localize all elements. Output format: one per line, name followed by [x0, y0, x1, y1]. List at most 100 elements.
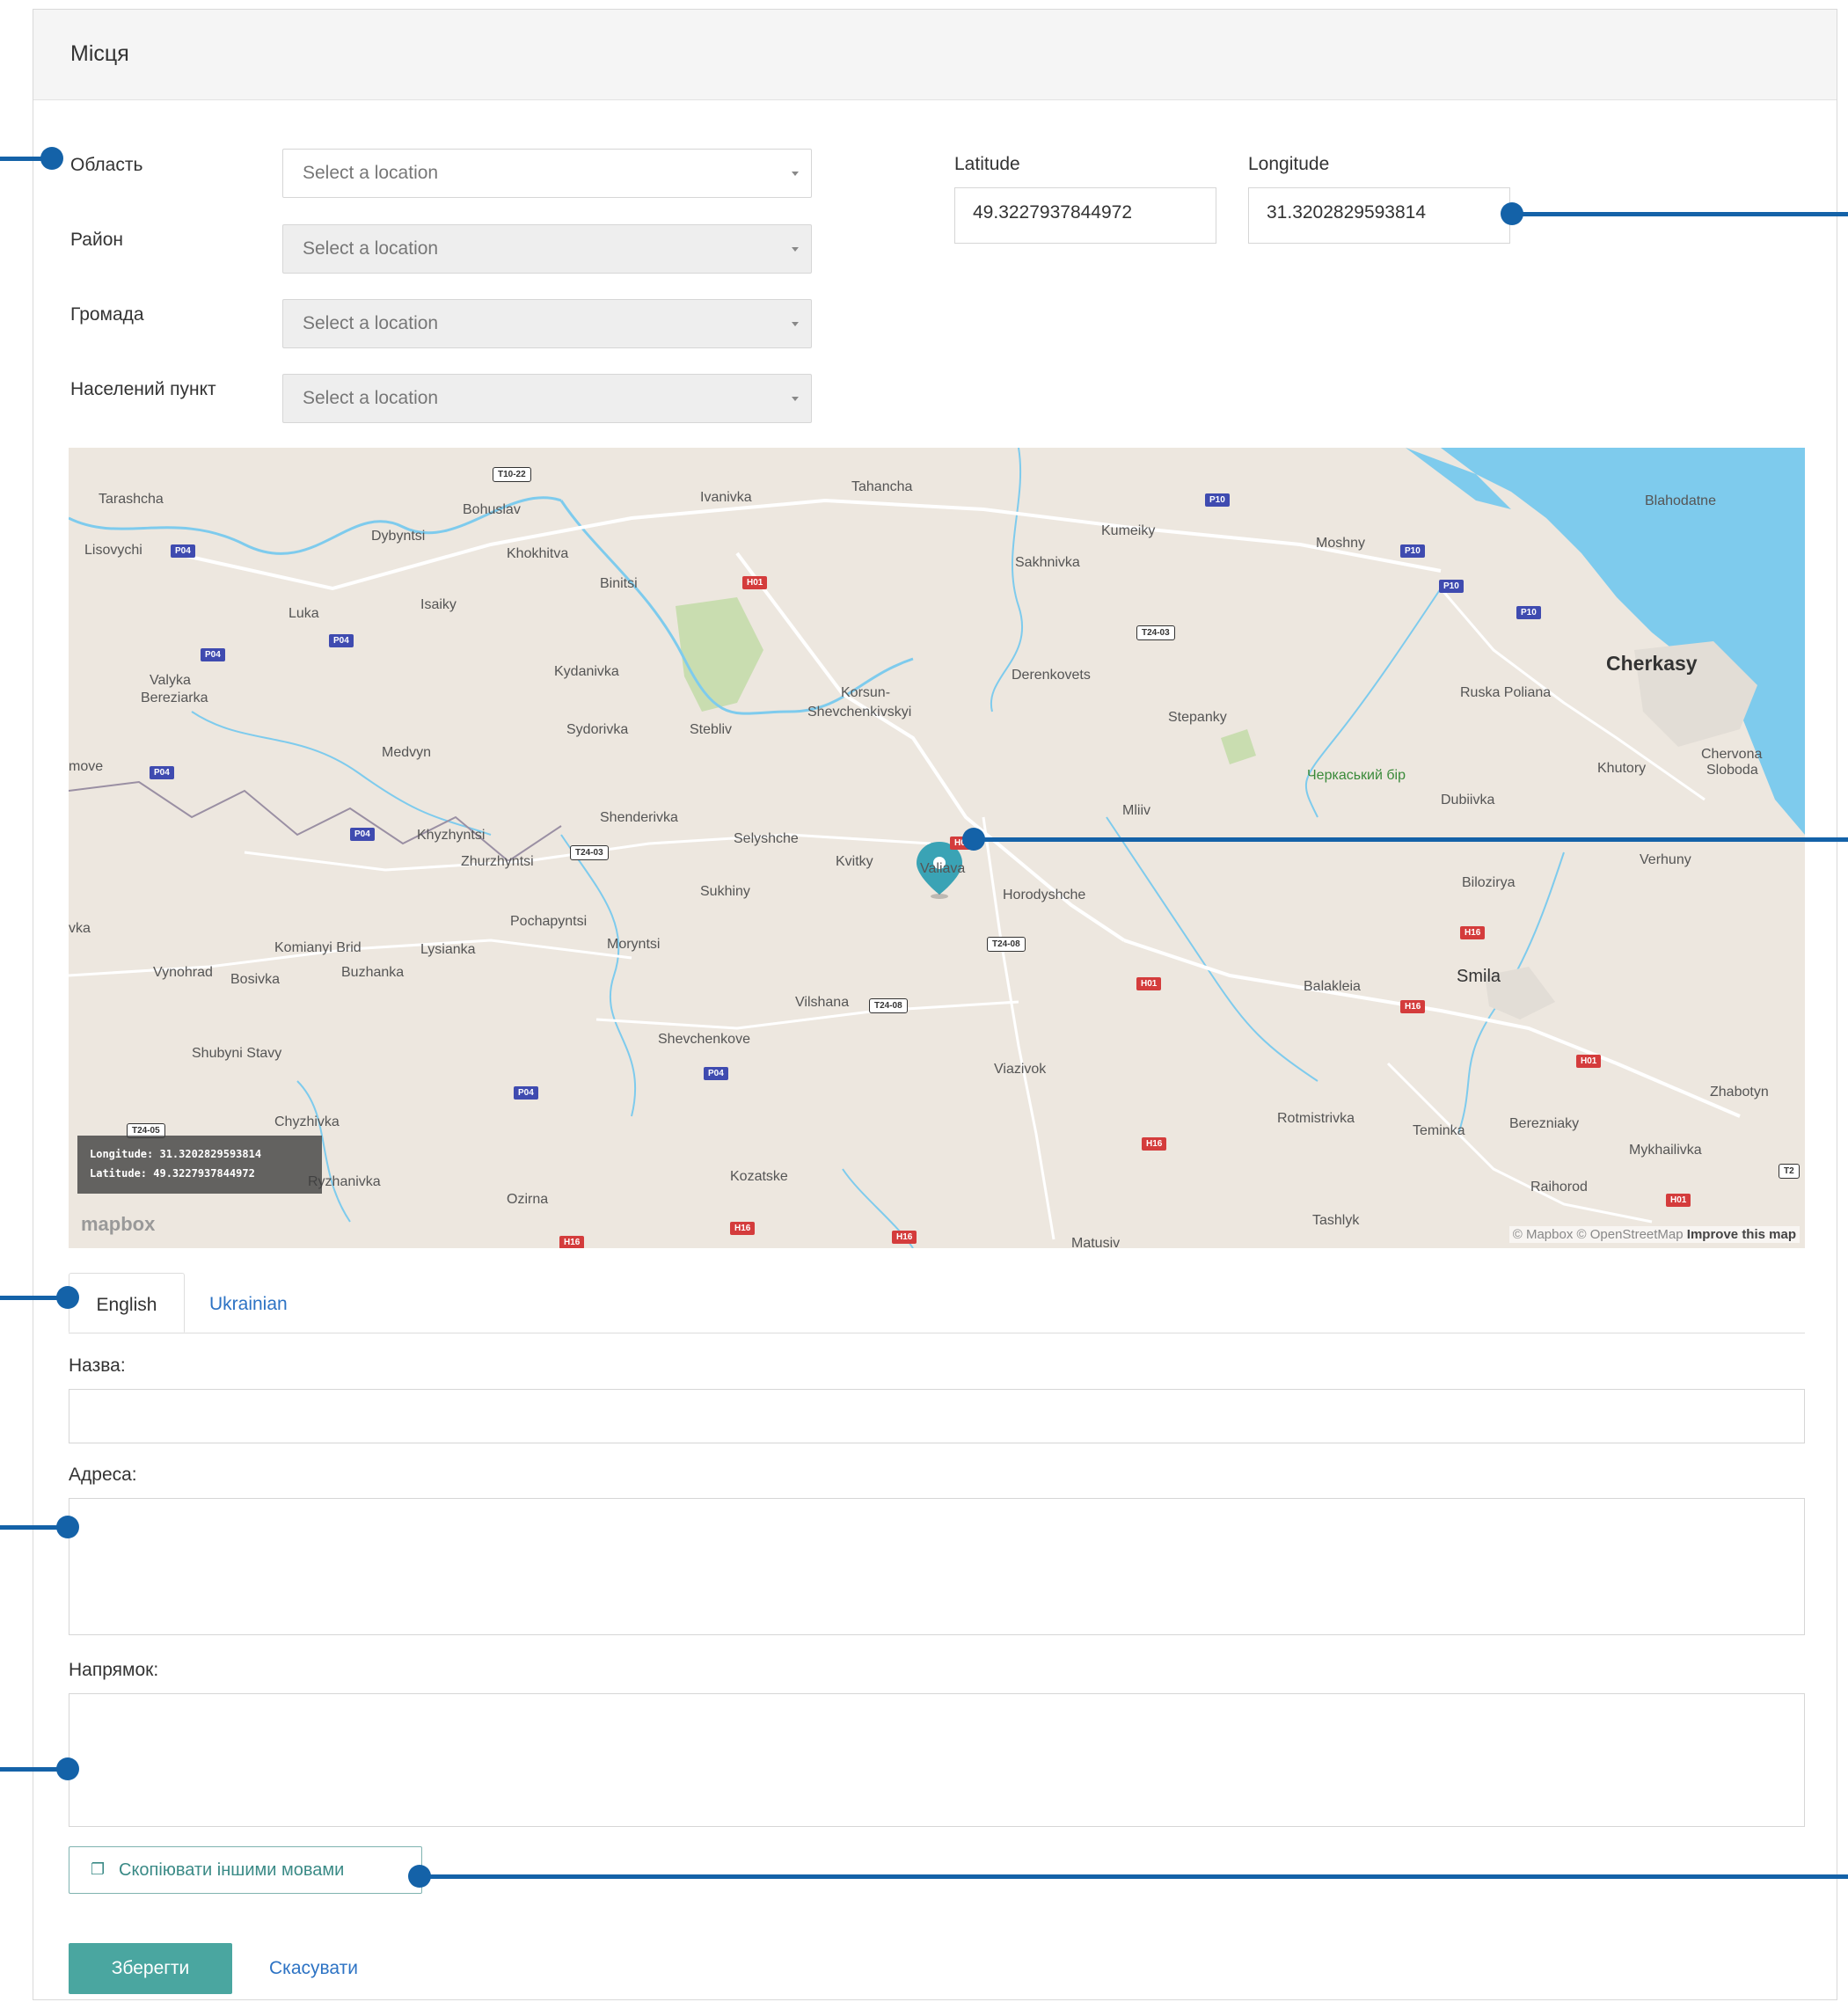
map-label: Derenkovets: [1012, 668, 1091, 683]
tab-english[interactable]: English: [69, 1273, 185, 1333]
map-label: Smila: [1457, 967, 1501, 986]
road-shield: P04: [704, 1067, 728, 1080]
map-label: Moryntsi: [607, 937, 661, 952]
road-shield: P10: [1516, 606, 1541, 619]
address-textarea[interactable]: [69, 1498, 1805, 1635]
latitude-input[interactable]: 49.3227937844972: [954, 187, 1216, 244]
map-label: Vynohrad: [153, 965, 213, 980]
map-attribution: © Mapbox © OpenStreetMap Improve this ma…: [1508, 1226, 1800, 1243]
map-label: Kumeiky: [1101, 523, 1156, 538]
hromada-label: Громада: [70, 304, 144, 325]
callout-dot: [408, 1865, 431, 1888]
address-label: Адреса:: [69, 1465, 137, 1485]
map-label: Shevchenkivskyi: [807, 705, 912, 720]
road-shield: P04: [350, 828, 375, 841]
road-shield: H01: [1136, 977, 1162, 990]
map-label: Lysianka: [420, 942, 476, 957]
location-map[interactable]: Tarashcha Lisovychi Bohuslav Dybyntsi Kh…: [69, 448, 1805, 1248]
language-tabs: English Ukrainian: [69, 1273, 1805, 1333]
callout-dot: [56, 1757, 79, 1780]
map-label: Selyshche: [734, 831, 799, 846]
coord-latitude: Latitude: 49.3227937844972: [90, 1167, 255, 1180]
map-label: Verhuny: [1640, 852, 1691, 867]
panel-title: Місця: [70, 41, 129, 66]
map-label: Buzhanka: [341, 965, 405, 980]
map-label: Moshny: [1316, 536, 1366, 551]
road-shield: T24-03: [1136, 625, 1175, 640]
map-label: Berezniaky: [1509, 1116, 1580, 1131]
road-shield: H16: [559, 1236, 585, 1248]
copy-icon: ❐: [91, 1860, 106, 1878]
map-label: Chervona: [1701, 747, 1763, 762]
map-label: Shubyni Stavy: [192, 1046, 282, 1061]
settlement-select[interactable]: Select a location: [282, 374, 812, 423]
name-input[interactable]: [69, 1389, 1805, 1443]
road-shield: H16: [730, 1222, 756, 1235]
road-shield: P10: [1400, 544, 1425, 558]
longitude-input[interactable]: 31.3202829593814: [1248, 187, 1510, 244]
tab-ukrainian[interactable]: Ukrainian: [209, 1273, 288, 1333]
map-label: Bosivka: [230, 972, 281, 987]
direction-label: Напрямок:: [69, 1660, 159, 1680]
map-label: Stepanky: [1168, 710, 1227, 725]
settlement-placeholder: Select a location: [303, 388, 439, 408]
map-label: Komianyi Brid: [274, 940, 362, 955]
map-label: Kozatske: [730, 1169, 788, 1184]
map-label: Tahancha: [851, 479, 913, 494]
panel-header: Місця: [33, 10, 1837, 100]
map-label: Luka: [289, 606, 319, 621]
map-label: Valyka: [150, 673, 191, 688]
map-label: vka: [69, 921, 91, 936]
chevron-down-icon: [792, 322, 799, 326]
raion-select[interactable]: Select a location: [282, 224, 812, 274]
map-label: Zhurzhyntsi: [461, 854, 534, 869]
road-shield: P10: [1439, 580, 1464, 593]
map-label: Ozirna: [507, 1192, 549, 1207]
cancel-link[interactable]: Скасувати: [269, 1958, 358, 1979]
map-label: Dubiivka: [1441, 793, 1495, 807]
road-shield: P04: [150, 766, 174, 779]
map-label: Lisovychi: [84, 543, 142, 558]
oblast-label: Область: [70, 155, 143, 175]
map-label: Khokhitva: [507, 546, 569, 561]
save-button[interactable]: Зберегти: [69, 1943, 232, 1994]
road-shield: H16: [1460, 926, 1486, 939]
map-label: Khyzhyntsi: [417, 828, 486, 843]
hromada-select[interactable]: Select a location: [282, 299, 812, 348]
callout-line: [419, 1874, 1848, 1879]
map-label: Valiava: [920, 861, 966, 876]
callout-dot: [56, 1516, 79, 1538]
longitude-label: Longitude: [1248, 154, 1330, 174]
mapbox-logo[interactable]: mapbox: [81, 1213, 155, 1236]
attribution-text[interactable]: © Mapbox © OpenStreetMap: [1513, 1227, 1684, 1242]
road-shield: H01: [1576, 1055, 1602, 1068]
road-shield: T2: [1779, 1164, 1800, 1179]
map-label: Balakleia: [1304, 979, 1361, 994]
map-label: Blahodatne: [1645, 493, 1716, 508]
map-label: Sydorivka: [566, 722, 629, 737]
map-label: Matusiv: [1071, 1236, 1121, 1248]
road-shield: P04: [329, 634, 354, 647]
road-shield: P04: [201, 648, 225, 661]
map-label: Ruska Poliana: [1460, 685, 1552, 700]
road-shield: T10-22: [493, 467, 531, 482]
map-label: Shevchenkove: [658, 1032, 750, 1047]
map-label: Sukhiny: [700, 884, 750, 899]
map-coordinates-readout: Longitude: 31.3202829593814 Latitude: 49…: [77, 1136, 322, 1194]
map-label: Viazivok: [994, 1062, 1047, 1077]
map-label: Tarashcha: [99, 492, 164, 507]
raion-placeholder: Select a location: [303, 238, 439, 259]
map-label: Raihorod: [1530, 1180, 1588, 1195]
map-label: Черкаський бір: [1307, 768, 1406, 783]
road-shield: T24-03: [570, 845, 609, 860]
copy-to-other-languages-button[interactable]: ❐ Скопіювати іншими мовами: [69, 1846, 422, 1894]
road-shield: H01: [1666, 1194, 1691, 1207]
map-label: Korsun-: [841, 685, 891, 700]
oblast-select[interactable]: Select a location: [282, 149, 812, 198]
improve-map-link[interactable]: Improve this map: [1687, 1227, 1796, 1242]
chevron-down-icon: [792, 247, 799, 252]
direction-textarea[interactable]: [69, 1693, 1805, 1827]
callout-dot: [1501, 202, 1523, 225]
places-panel: Місця Область Select a location Район Se…: [33, 9, 1837, 2000]
map-label: Horodyshche: [1003, 888, 1086, 902]
